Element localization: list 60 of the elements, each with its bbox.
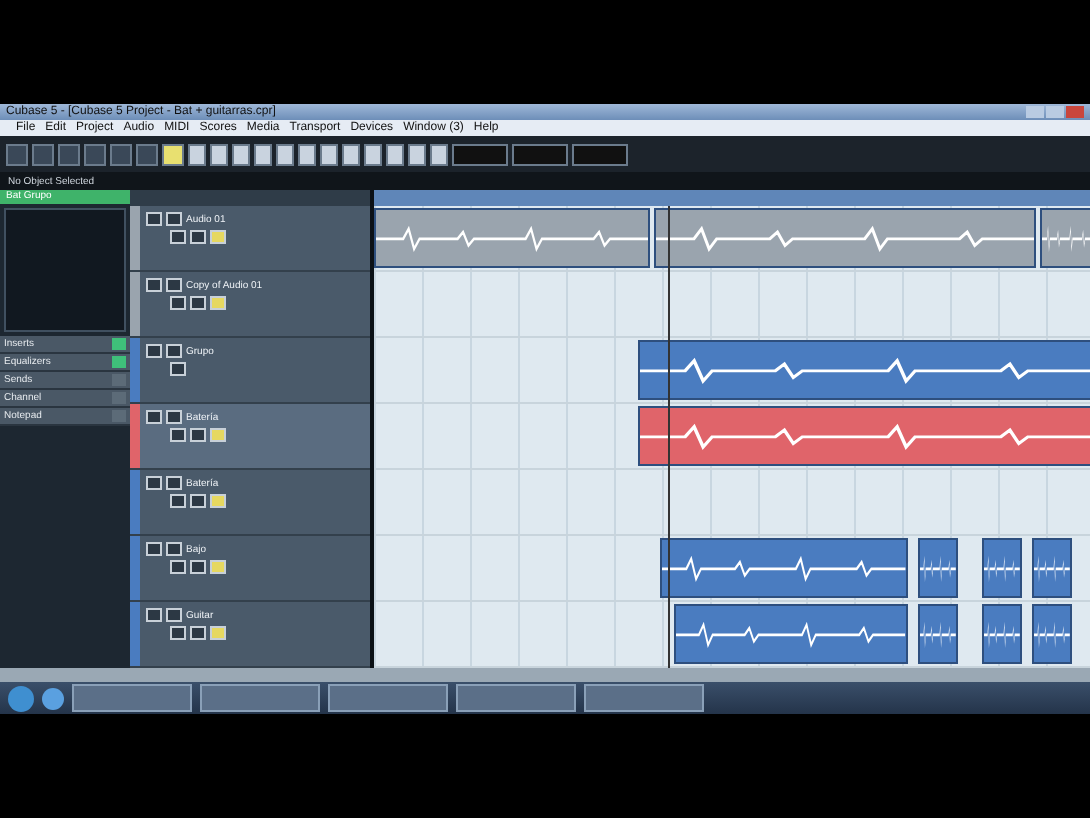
write-icon[interactable] [190, 560, 206, 574]
audio-clip[interactable] [918, 604, 958, 664]
tool-icon[interactable] [298, 143, 316, 165]
read-icon[interactable] [170, 296, 186, 310]
tool-icon[interactable] [342, 143, 360, 165]
playhead-line[interactable] [667, 206, 670, 668]
write-icon[interactable] [190, 428, 206, 442]
browser-icon[interactable] [42, 687, 64, 709]
solo-icon[interactable] [166, 542, 182, 556]
solo-icon[interactable] [166, 278, 182, 292]
read-icon[interactable] [170, 494, 186, 508]
mute-icon[interactable] [146, 476, 162, 490]
audio-clip[interactable] [638, 406, 1090, 466]
solo-icon[interactable] [166, 608, 182, 622]
solo-icon[interactable] [166, 344, 182, 358]
mute-icon[interactable] [146, 542, 162, 556]
tool-icon[interactable] [276, 143, 294, 165]
solo-icon[interactable] [166, 410, 182, 424]
mute-icon[interactable] [146, 608, 162, 622]
audio-clip[interactable] [653, 208, 1037, 268]
tool-icon[interactable] [188, 143, 206, 165]
audio-clip[interactable] [918, 538, 958, 598]
audio-clip[interactable] [638, 340, 1090, 400]
audio-clip[interactable] [1032, 604, 1073, 664]
folder-icon[interactable] [170, 362, 186, 376]
read-icon[interactable] [170, 428, 186, 442]
read-icon[interactable] [170, 230, 186, 244]
solo-icon[interactable] [166, 212, 182, 226]
dropdown-field[interactable] [512, 143, 568, 165]
audio-clip[interactable] [674, 604, 908, 664]
audio-clip[interactable] [982, 538, 1023, 598]
tool-icon[interactable] [364, 143, 382, 165]
mute-icon[interactable] [146, 410, 162, 424]
write-icon[interactable] [190, 230, 206, 244]
write-icon[interactable] [190, 494, 206, 508]
write-icon[interactable] [190, 296, 206, 310]
tool-icon[interactable] [210, 143, 228, 165]
mute-icon[interactable] [146, 344, 162, 358]
audio-clip[interactable] [1039, 208, 1090, 268]
solo-icon[interactable] [166, 476, 182, 490]
start-button[interactable] [8, 685, 34, 711]
tool-icon[interactable] [320, 143, 338, 165]
read-icon[interactable] [170, 560, 186, 574]
dropdown-field[interactable] [452, 143, 508, 165]
mute-icon[interactable] [146, 278, 162, 292]
audio-clip[interactable] [374, 208, 651, 268]
tool-icon[interactable] [232, 143, 250, 165]
read-icon[interactable] [170, 626, 186, 640]
write-icon[interactable] [190, 626, 206, 640]
tool-icon[interactable] [254, 143, 272, 165]
tool-icon[interactable] [430, 143, 448, 165]
audio-clip[interactable] [660, 538, 908, 598]
audio-clip[interactable] [982, 604, 1023, 664]
mute-icon[interactable] [146, 212, 162, 226]
fader-drawing [4, 208, 126, 332]
toolbar-icon[interactable] [162, 143, 184, 165]
dropdown-field[interactable] [572, 143, 628, 165]
tool-icon[interactable] [408, 143, 426, 165]
audio-clip[interactable] [1032, 538, 1073, 598]
tool-icon[interactable] [386, 143, 404, 165]
